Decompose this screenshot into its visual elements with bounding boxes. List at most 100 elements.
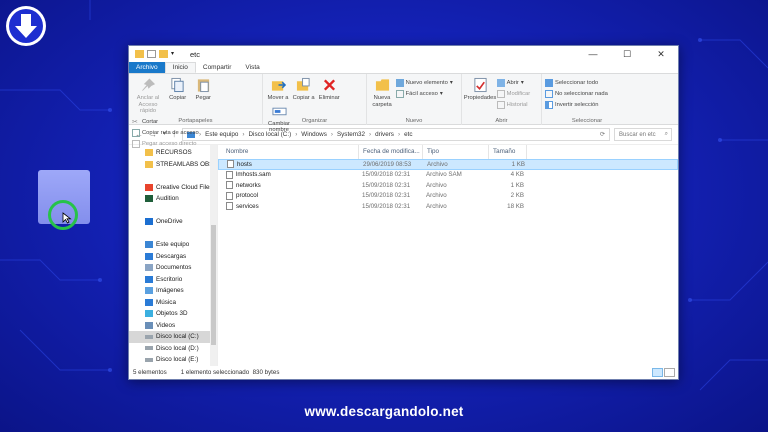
breadcrumb-este-equipo[interactable]: Este equipo bbox=[205, 131, 238, 138]
documents-icon bbox=[145, 264, 153, 272]
nav-item[interactable]: Imágenes bbox=[145, 285, 217, 297]
file-date: 15/09/2018 02:31 bbox=[362, 171, 411, 179]
select-all-icon bbox=[545, 79, 553, 87]
move-to-button[interactable]: Mover a bbox=[266, 76, 290, 102]
invert-selection-icon bbox=[545, 101, 553, 109]
delete-x-icon bbox=[323, 79, 335, 91]
properties-icon bbox=[473, 77, 487, 93]
file-row[interactable]: networks 15/09/2018 02:31 Archivo 1 KB bbox=[218, 180, 678, 191]
paste-button[interactable]: Pegar bbox=[191, 76, 215, 102]
breadcrumb-drivers[interactable]: drivers bbox=[375, 131, 394, 138]
pin-icon bbox=[141, 78, 155, 91]
history-icon bbox=[496, 101, 505, 109]
nav-item-label: Creative Cloud Files bbox=[156, 183, 213, 191]
close-button[interactable]: ✕ bbox=[644, 46, 678, 62]
file-row[interactable]: protocol 15/09/2018 02:31 Archivo 2 KB bbox=[218, 191, 678, 202]
select-none-icon bbox=[545, 90, 553, 98]
nav-item[interactable]: Audition bbox=[145, 193, 217, 205]
file-icon bbox=[226, 191, 233, 200]
nav-item[interactable]: RECURSOS bbox=[145, 147, 217, 159]
clipboard-group-label: Portapapeles bbox=[178, 118, 213, 124]
navigation-pane: RECURSOS STREAMLABS OBS Creative Cloud Fil… bbox=[129, 145, 218, 366]
breadcrumb-windows[interactable]: Windows bbox=[301, 131, 327, 138]
maximize-button[interactable]: ☐ bbox=[610, 46, 644, 62]
nav-item[interactable]: Videos bbox=[145, 320, 217, 332]
column-type[interactable]: Tipo bbox=[423, 145, 489, 159]
new-item-button[interactable]: Nuevo elemento ▾ bbox=[395, 78, 453, 88]
file-date: 15/09/2018 02:31 bbox=[362, 181, 411, 189]
nav-item[interactable]: OneDrive bbox=[145, 216, 217, 228]
nav-item[interactable]: Disco local (E:) bbox=[145, 354, 217, 366]
edit-button[interactable]: Modificar bbox=[496, 89, 530, 99]
address-bar[interactable]: › Este equipo › Disco local (C:) › Windows… bbox=[182, 128, 610, 141]
nav-item[interactable]: Escritorio bbox=[145, 274, 217, 286]
copy-to-button[interactable]: Copiar a bbox=[292, 76, 316, 102]
new-folder-button[interactable]: Nueva carpeta bbox=[370, 76, 394, 108]
minimize-button[interactable]: — bbox=[576, 46, 610, 62]
copy-button[interactable]: Copiar bbox=[166, 76, 190, 102]
file-icon bbox=[226, 202, 233, 211]
nav-item[interactable]: Música bbox=[145, 297, 217, 309]
chevron-down-icon[interactable]: ▾ bbox=[171, 50, 180, 58]
chevron-down-icon: ▾ bbox=[439, 91, 443, 97]
computer-icon bbox=[145, 241, 153, 249]
history-button[interactable]: Historial bbox=[496, 100, 531, 110]
properties-button[interactable]: Propiedades bbox=[464, 76, 496, 102]
delete-button[interactable]: Eliminar bbox=[317, 76, 341, 102]
tab-archivo[interactable]: Archivo bbox=[129, 62, 165, 73]
desktop-file-icon[interactable] bbox=[38, 170, 90, 230]
breadcrumb-system32[interactable]: System32 bbox=[337, 131, 365, 138]
invert-selection-button[interactable]: Invertir selección bbox=[545, 100, 608, 110]
onedrive-icon bbox=[145, 218, 153, 226]
download-logo-icon bbox=[4, 4, 48, 48]
folder-icon bbox=[145, 149, 153, 157]
file-row[interactable]: services 15/09/2018 02:31 Archivo 18 KB bbox=[218, 201, 678, 212]
nav-item-label: Música bbox=[156, 298, 176, 306]
breadcrumb-etc[interactable]: etc bbox=[404, 131, 412, 138]
select-group: Seleccionar todo No seleccionar nada Inv… bbox=[542, 74, 632, 125]
file-name: services bbox=[236, 202, 259, 210]
nav-scrollbar[interactable] bbox=[210, 145, 217, 366]
tab-compartir[interactable]: Compartir bbox=[196, 62, 239, 73]
select-all-button[interactable]: Seleccionar todo bbox=[545, 78, 608, 88]
nav-item[interactable]: STREAMLABS OBS bbox=[145, 159, 217, 171]
file-row[interactable]: hosts 29/06/2019 08:53 Archivo 1 KB bbox=[218, 159, 678, 170]
chevron-down-icon: ▾ bbox=[520, 80, 524, 86]
nav-item[interactable]: Creative Cloud Files bbox=[145, 182, 217, 194]
nav-item-label: RECURSOS bbox=[156, 149, 192, 157]
properties-qat-icon[interactable] bbox=[147, 50, 156, 58]
details-view-icon[interactable] bbox=[652, 368, 663, 377]
chevron-down-icon: ▾ bbox=[449, 80, 453, 86]
nav-item[interactable]: Documentos bbox=[145, 262, 217, 274]
new-folder-qat-icon[interactable] bbox=[159, 50, 168, 58]
nav-item[interactable]: Objetos 3D bbox=[145, 308, 217, 320]
column-date[interactable]: Fecha de modifica... bbox=[359, 145, 423, 159]
edit-icon bbox=[496, 90, 505, 98]
large-icons-view-icon[interactable] bbox=[664, 368, 675, 377]
nav-item-label: Disco local (E:) bbox=[156, 356, 199, 364]
nav-scrollbar-thumb[interactable] bbox=[211, 225, 216, 345]
nav-item[interactable]: Este equipo bbox=[145, 239, 217, 251]
copy-path-button[interactable]: Copiar ruta de acceso bbox=[132, 128, 199, 138]
desktop-icon bbox=[145, 275, 153, 283]
nav-item[interactable]: Descargas bbox=[145, 251, 217, 263]
nav-item[interactable]: Disco local (D:) bbox=[145, 343, 217, 355]
open-button[interactable]: Abrir ▾ bbox=[496, 78, 531, 88]
file-row[interactable]: lmhosts.sam 15/09/2018 02:31 Archivo SAM 4 … bbox=[218, 170, 678, 181]
select-none-button[interactable]: No seleccionar nada bbox=[545, 89, 608, 99]
footer-url: www.descargandolo.net bbox=[304, 404, 464, 419]
nav-item[interactable]: Disco local (C:) bbox=[129, 331, 217, 343]
nav-item-label: Disco local (D:) bbox=[156, 344, 199, 352]
refresh-icon[interactable]: ⟳ bbox=[600, 131, 609, 138]
folder-icon bbox=[145, 160, 153, 168]
title-bar: ▾ etc — ☐ ✕ bbox=[129, 46, 678, 62]
tab-inicio[interactable]: Inicio bbox=[164, 62, 196, 73]
nav-item-label: Imágenes bbox=[156, 287, 184, 295]
organize-group: Mover a Copiar a Eliminar Cambiar nombre… bbox=[263, 74, 367, 133]
tab-vista[interactable]: Vista bbox=[238, 62, 266, 73]
pin-quick-access-button[interactable]: Anclar al Acceso rápido bbox=[132, 76, 164, 115]
column-name[interactable]: Nombre bbox=[218, 145, 359, 159]
column-size[interactable]: Tamaño bbox=[489, 145, 527, 159]
easy-access-button[interactable]: Fácil acceso ▾ bbox=[395, 89, 453, 99]
search-input[interactable]: Buscar en etc ⌕ bbox=[614, 128, 672, 141]
